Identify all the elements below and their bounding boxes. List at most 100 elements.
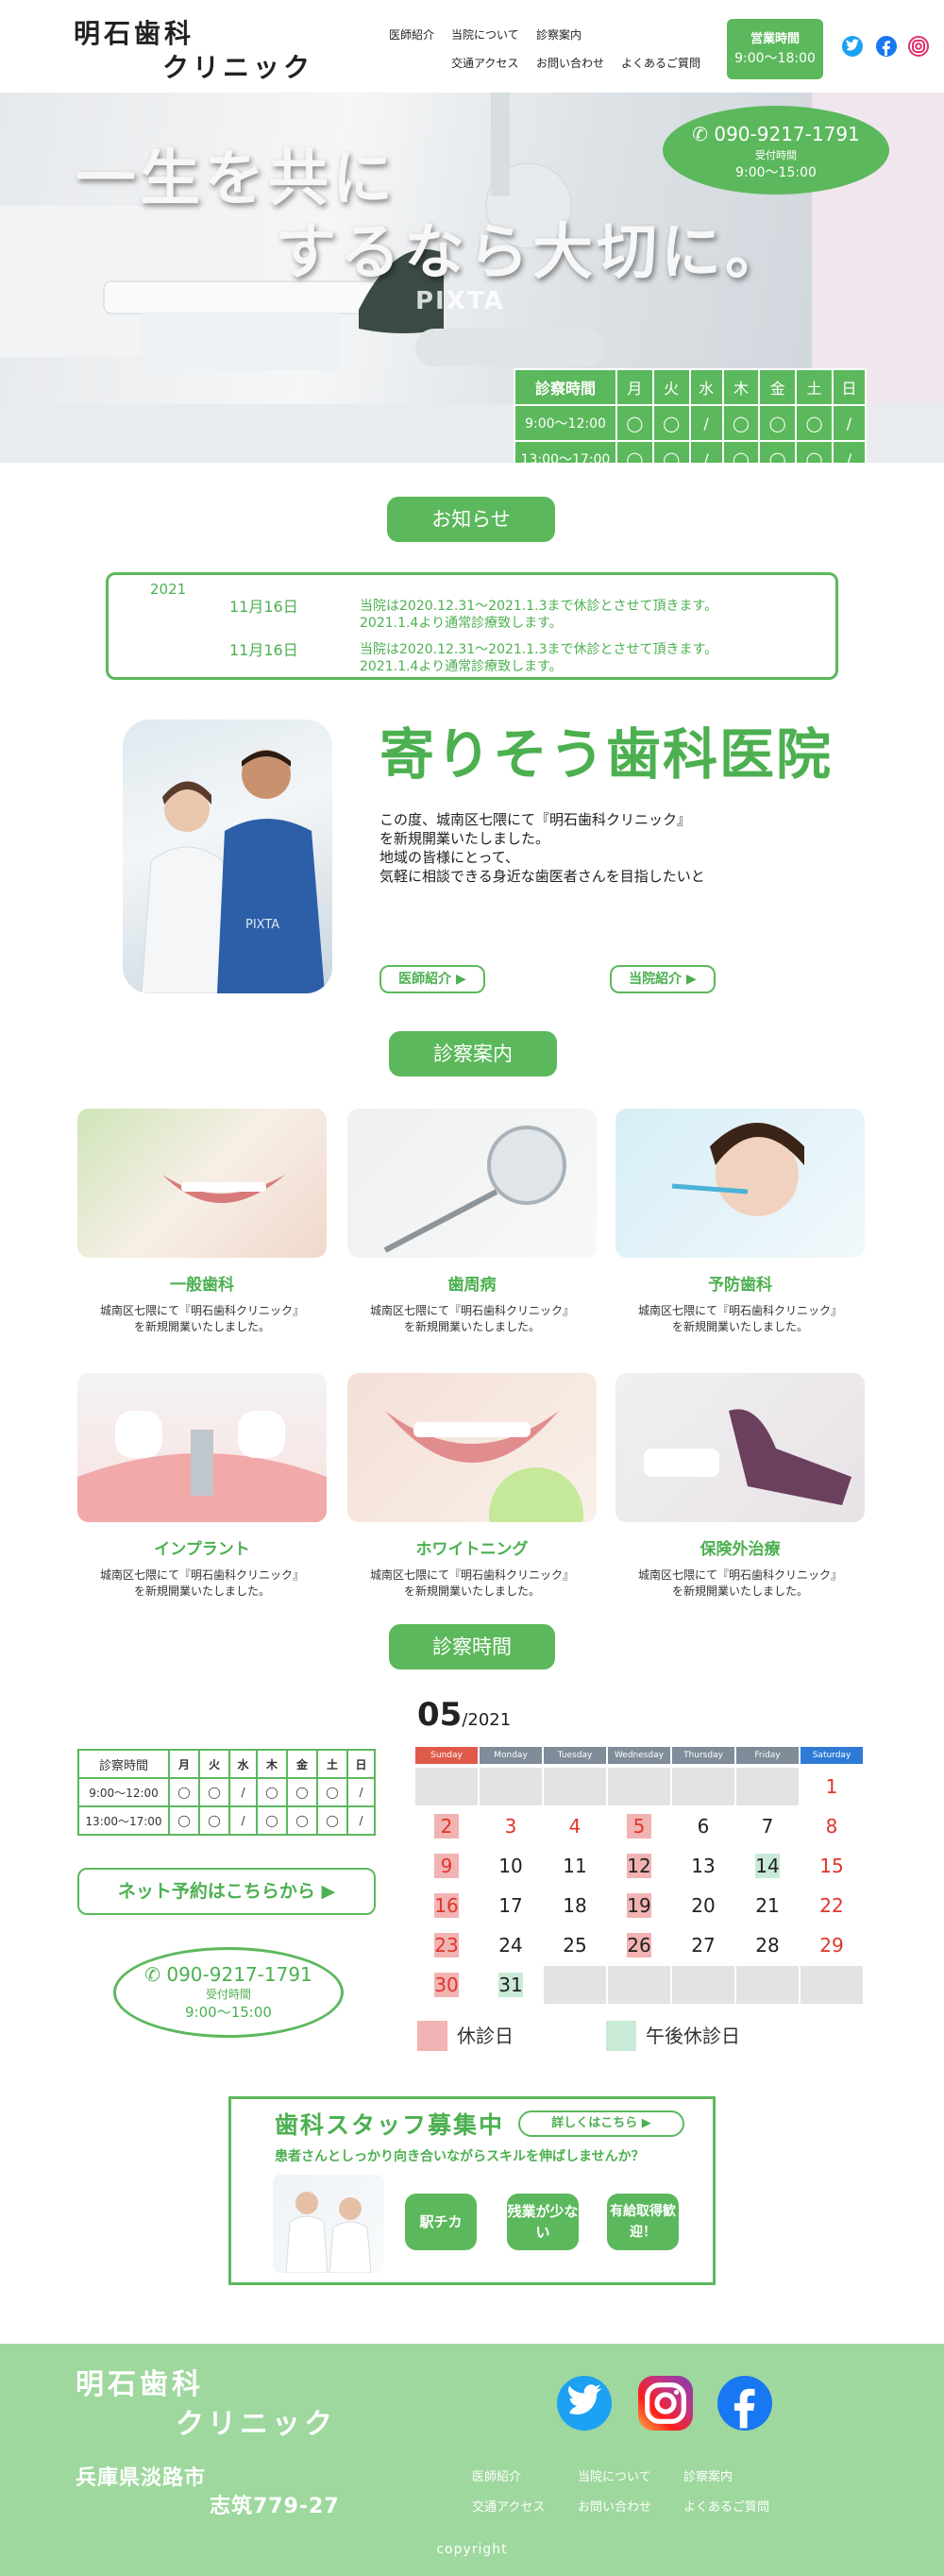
- nav-contact[interactable]: お問い合わせ: [536, 55, 604, 71]
- service-desc-line: 城南区七隈にて『明石歯科クリニック』: [369, 1568, 574, 1582]
- nav-about[interactable]: 当院について: [451, 26, 519, 42]
- footer-logo-line1[interactable]: 明石歯科: [76, 2361, 204, 2402]
- calendar-day[interactable]: 6: [672, 1807, 734, 1845]
- hours-schedule-table: 診察時間 月 火 水 木 金 土 日 9:00〜12:00 ◯ ◯ / ◯ ◯ …: [77, 1749, 377, 1836]
- calendar-day[interactable]: 16: [415, 1887, 478, 1924]
- calendar-day[interactable]: 8: [801, 1807, 863, 1845]
- calendar-day[interactable]: 27: [672, 1926, 734, 1964]
- footer-logo-line2[interactable]: クリニック: [176, 2400, 336, 2442]
- calendar-day[interactable]: 20: [672, 1887, 734, 1924]
- business-hours-button[interactable]: 営業時間 9:00〜18:00: [727, 19, 823, 79]
- logo-line1[interactable]: 明石歯科: [74, 13, 194, 51]
- footer-nav-faq[interactable]: よくあるご質問: [683, 2497, 769, 2515]
- service-title[interactable]: 歯周病: [347, 1271, 597, 1295]
- service-title[interactable]: 保険外治療: [615, 1535, 865, 1559]
- calendar-day[interactable]: 29: [801, 1926, 863, 1964]
- doctors-illustration: [141, 750, 325, 993]
- calendar-day[interactable]: 19: [608, 1887, 670, 1924]
- calendar-day[interactable]: 30: [415, 1966, 478, 2004]
- service-desc-line: を新規開業いたしました。: [671, 1585, 808, 1598]
- nav-access[interactable]: 交通アクセス: [451, 55, 518, 71]
- hours-schedule-cell: /: [346, 1777, 377, 1807]
- calendar-day[interactable]: 13: [672, 1847, 734, 1885]
- hours-heading: 診察時間: [389, 1624, 555, 1669]
- recruit-details-button[interactable]: 詳しくはこちら ▶: [518, 2110, 684, 2137]
- service-title[interactable]: 一般歯科: [77, 1271, 327, 1295]
- hours-value: 9:00〜18:00: [734, 51, 816, 66]
- calendar-day[interactable]: 15: [801, 1847, 863, 1885]
- calendar-day-number: 11: [563, 1855, 587, 1877]
- calendar-day-number: 13: [691, 1855, 716, 1877]
- calendar-day[interactable]: 9: [415, 1847, 478, 1885]
- instagram-icon[interactable]: [908, 36, 929, 57]
- hours-schedule-cell: ◯: [256, 1777, 288, 1807]
- facebook-icon[interactable]: [717, 2376, 772, 2431]
- site-footer: 明石歯科 クリニック 兵庫県淡路市 志筑779-27 医師紹介 当院について 診…: [0, 2344, 944, 2576]
- service-title[interactable]: ホワイトニング: [347, 1535, 597, 1559]
- nav-doctors[interactable]: 医師紹介: [389, 26, 434, 42]
- calendar-day[interactable]: 7: [736, 1807, 799, 1845]
- calendar-day[interactable]: 25: [544, 1926, 606, 1964]
- hero-schedule-cell: /: [688, 440, 724, 463]
- calendar-day-number: 2: [434, 1814, 459, 1839]
- news-date: 11月16日: [229, 598, 298, 616]
- calendar-day[interactable]: 18: [544, 1887, 606, 1924]
- calendar-day-number: 9: [434, 1854, 459, 1878]
- calendar-empty-cell: [544, 1966, 606, 2004]
- footer-nav-doctors[interactable]: 医師紹介: [472, 2466, 521, 2484]
- clinic-intro-button[interactable]: 当院紹介 ▶: [610, 965, 716, 993]
- nav-services[interactable]: 診察案内: [536, 26, 582, 42]
- recruit-subtitle: 患者さんとしっかり向き合いながらスキルを伸ばしませんか？: [275, 2149, 645, 2164]
- calendar-day-number: 18: [563, 1894, 587, 1917]
- calendar-day[interactable]: 26: [608, 1926, 670, 1964]
- calendar-day[interactable]: 17: [480, 1887, 542, 1924]
- news-line2: 2021.1.4より通常診療致します。: [360, 659, 563, 674]
- hours-schedule-row: 13:00〜17:00 ◯ ◯ / ◯ ◯ ◯ /: [77, 1805, 377, 1836]
- service-desc: 城南区七隈にて『明石歯科クリニック』 を新規開業いたしました。: [347, 1568, 597, 1600]
- hero-schedule-cell: ◯: [795, 404, 834, 442]
- calendar-weekday: Friday: [736, 1747, 799, 1764]
- twitter-icon[interactable]: [557, 2376, 612, 2431]
- footer-nav-services[interactable]: 診察案内: [683, 2466, 733, 2484]
- hero-schedule-cell: ◯: [721, 404, 761, 442]
- footer-nav-about[interactable]: 当院について: [578, 2466, 651, 2484]
- service-desc-line: 城南区七隈にて『明石歯科クリニック』: [369, 1304, 574, 1317]
- calendar-day-number: 24: [498, 1934, 523, 1957]
- calendar-grid: Sunday Monday Tuesday Wednesday Thursday Frid…: [415, 1747, 865, 2004]
- hours-phone-badge[interactable]: ✆ 090-9217-1791 受付時間 9:00〜15:00: [113, 1947, 344, 2038]
- hero-schedule-cell: ◯: [615, 404, 654, 442]
- nav-faq[interactable]: よくあるご質問: [621, 55, 700, 71]
- calendar-day[interactable]: 28: [736, 1926, 799, 1964]
- instagram-icon[interactable]: [638, 2376, 693, 2431]
- footer-address-line1: 兵庫県淡路市: [76, 2466, 207, 2490]
- calendar-day[interactable]: 14: [736, 1847, 799, 1885]
- footer-nav-contact[interactable]: お問い合わせ: [578, 2497, 651, 2515]
- service-title[interactable]: インプラント: [77, 1535, 327, 1559]
- hours-schedule-cell: ◯: [315, 1777, 348, 1807]
- online-reservation-button[interactable]: ネット予約はこちらから ▶: [77, 1868, 376, 1915]
- calendar-day[interactable]: 4: [544, 1807, 606, 1845]
- doctor-intro-button[interactable]: 医師紹介 ▶: [379, 965, 485, 993]
- calendar-day[interactable]: 22: [801, 1887, 863, 1924]
- calendar-day[interactable]: 3: [480, 1807, 542, 1845]
- calendar-day[interactable]: 12: [608, 1847, 670, 1885]
- calendar-day[interactable]: 5: [608, 1807, 670, 1845]
- twitter-icon[interactable]: [842, 36, 863, 57]
- calendar-day[interactable]: 23: [415, 1926, 478, 1964]
- about-body-line: 気軽に相談できる身近な歯医者さんを目指したいと: [379, 868, 705, 885]
- service-title[interactable]: 予防歯科: [615, 1271, 865, 1295]
- calendar-day[interactable]: 11: [544, 1847, 606, 1885]
- footer-nav-access[interactable]: 交通アクセス: [472, 2497, 545, 2515]
- logo-line2[interactable]: クリニック: [162, 47, 313, 85]
- about-body: この度、城南区七隈にて『明石歯科クリニック』 を新規開業いたしました。 地域の皆…: [379, 810, 705, 886]
- facebook-icon[interactable]: [876, 36, 897, 57]
- calendar-day[interactable]: 1: [801, 1768, 863, 1805]
- service-desc-line: 城南区七隈にて『明石歯科クリニック』: [99, 1568, 304, 1582]
- calendar-day[interactable]: 21: [736, 1887, 799, 1924]
- calendar-weekday: Sunday: [415, 1747, 478, 1764]
- calendar-day[interactable]: 31: [480, 1966, 542, 2004]
- hero-phone-badge[interactable]: ✆ 090-9217-1791 受付時間 9:00〜15:00: [663, 106, 889, 195]
- calendar-day[interactable]: 10: [480, 1847, 542, 1885]
- calendar-day[interactable]: 24: [480, 1926, 542, 1964]
- calendar-day[interactable]: 2: [415, 1807, 478, 1845]
